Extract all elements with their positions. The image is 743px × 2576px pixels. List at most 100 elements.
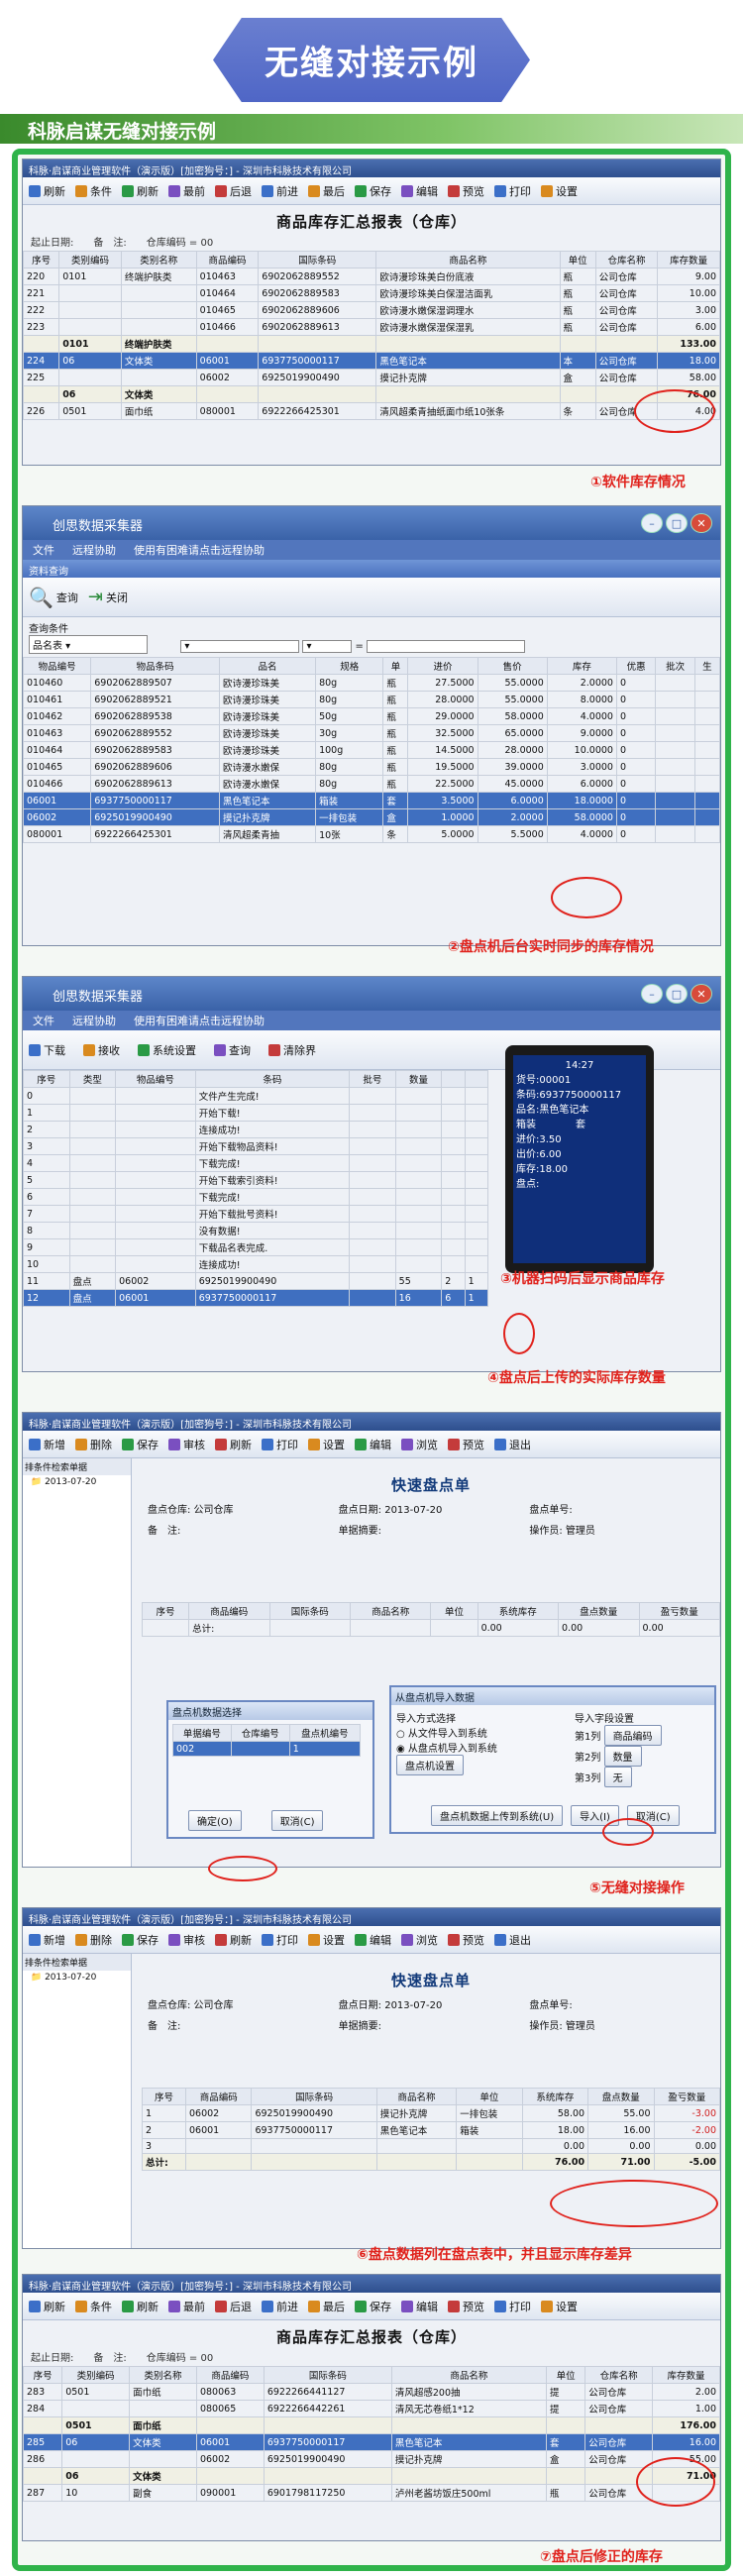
ok-button[interactable]: 确定(O): [188, 1810, 242, 1831]
value-input[interactable]: [367, 640, 526, 653]
table-row[interactable]: 06 文体类 76.00: [23, 385, 720, 403]
toolbar-button[interactable]: 查询: [214, 1042, 251, 1058]
radio-device[interactable]: ◉ 从盘点机导入到系统: [396, 1740, 565, 1755]
toolbar-button[interactable]: 设置: [541, 183, 578, 199]
column-header[interactable]: 单位: [559, 251, 596, 268]
column-header[interactable]: 单位: [430, 1602, 478, 1620]
form-field[interactable]: 盘点日期: 2013-07-20: [339, 1501, 524, 1516]
toolbar-button[interactable]: 预览: [448, 2299, 484, 2314]
form-field[interactable]: 盘点仓库: 公司仓库: [148, 1996, 333, 2011]
toolbar-button[interactable]: 浏览: [401, 1437, 438, 1452]
menu-item[interactable]: 远程协助: [72, 1013, 116, 1028]
table-row[interactable]: 12 盘点 06001 6937750000117 16 6 1: [23, 1289, 489, 1307]
column-header[interactable]: [464, 1070, 489, 1088]
column-header[interactable]: 单: [382, 657, 409, 675]
menu-item[interactable]: 文件: [33, 1013, 54, 1028]
form-field[interactable]: 单据摘要:: [339, 1522, 524, 1537]
toolbar-button[interactable]: 浏览: [401, 1932, 438, 1948]
table-row[interactable]: 010466 6902062889613 欧诗漫水嫩保 80g 瓶 22.5000 45.0…: [23, 775, 720, 793]
table-row[interactable]: 010463 6902062889552 欧诗漫珍珠美 30g 瓶 32.5000 65.0…: [23, 724, 720, 742]
column-header[interactable]: 售价: [477, 657, 548, 675]
toolbar-button[interactable]: 下载: [29, 1042, 65, 1058]
table-row[interactable]: 010460 6902062889507 欧诗漫珍珠美 80g 瓶 27.5000 55.0…: [23, 674, 720, 692]
column-header[interactable]: 类别名称: [120, 251, 197, 268]
toolbar-button[interactable]: 删除: [75, 1437, 112, 1452]
table-row[interactable]: 010465 6902062889606 欧诗漫水嫩保 80g 瓶 19.5000 39.0…: [23, 758, 720, 776]
tree-item[interactable]: 📁 2013-07-20: [23, 1971, 131, 1985]
table-row[interactable]: 010462 6902062889538 欧诗漫珍珠美 50g 瓶 29.0000 58.0…: [23, 707, 720, 725]
toolbar-button[interactable]: 保存: [122, 1437, 159, 1452]
column-header[interactable]: 物品编号: [23, 657, 92, 675]
toolbar-button[interactable]: 预览: [448, 1932, 484, 1948]
column-header[interactable]: 优惠: [615, 657, 657, 675]
column-header[interactable]: 类别编码: [58, 251, 122, 268]
column-header[interactable]: 批号: [349, 1070, 396, 1088]
table-row[interactable]: 8 没有数据!: [23, 1222, 489, 1239]
toolbar-button[interactable]: 打印: [262, 1437, 298, 1452]
close-icon[interactable]: ✕: [690, 984, 712, 1004]
column-header[interactable]: 商品名称: [375, 2088, 458, 2105]
table-row[interactable]: 0 文件产生完成!: [23, 1087, 489, 1105]
table-row[interactable]: 2 连接成功!: [23, 1121, 489, 1138]
table-row[interactable]: 3 0.00 0.00 0.00: [142, 2138, 720, 2154]
table-row[interactable]: 9 下载品名表完成.: [23, 1238, 489, 1256]
column-header[interactable]: 批次: [655, 657, 695, 675]
column-header[interactable]: 库存数量: [652, 2366, 720, 2384]
table-row[interactable]: 0101 终端护肤类 133.00: [23, 335, 720, 353]
column-header[interactable]: 单位: [545, 2366, 586, 2384]
close-icon[interactable]: ✕: [690, 513, 712, 533]
column-header[interactable]: 系统库存: [521, 2088, 589, 2105]
toolbar-button[interactable]: 设置: [308, 1437, 345, 1452]
table-row[interactable]: 4 下载完成!: [23, 1154, 489, 1172]
column-header[interactable]: [441, 1070, 466, 1088]
toolbar-button[interactable]: 编辑: [355, 1437, 391, 1452]
device-settings-button[interactable]: 盘点机设置: [396, 1755, 464, 1775]
column-header[interactable]: 仓库名称: [584, 2366, 654, 2384]
column-header[interactable]: 库存: [546, 657, 617, 675]
column-header[interactable]: 物品编号: [115, 1070, 196, 1088]
toolbar-button[interactable]: 退出: [494, 1437, 531, 1452]
column-header[interactable]: 单据编号: [172, 1724, 232, 1742]
column-header[interactable]: 商品编码: [188, 1602, 270, 1620]
toolbar-button[interactable]: 保存: [355, 183, 391, 199]
table-row[interactable]: 0501 面巾纸 176.00: [23, 2416, 720, 2434]
table-row[interactable]: 1 开始下载!: [23, 1104, 489, 1122]
table-row[interactable]: 10 连接成功!: [23, 1255, 489, 1273]
table-row[interactable]: 285 06 文体类 06001 6937750000117 黑色笔记本套公司仓库 16.0…: [23, 2433, 720, 2451]
toolbar-button[interactable]: 打印: [494, 183, 531, 199]
toolbar-button[interactable]: 设置: [308, 1932, 345, 1948]
column-header[interactable]: 序号: [23, 2366, 63, 2384]
column-header[interactable]: 类型: [68, 1070, 117, 1088]
table-select[interactable]: 品名表 ▾: [29, 635, 148, 654]
column-header[interactable]: 序号: [141, 1602, 190, 1620]
toolbar-button[interactable]: 新增: [29, 1437, 65, 1452]
table-row[interactable]: 225 06002 6925019900490 摸记扑克牌盒公司仓库 58.00: [23, 369, 720, 386]
column-header[interactable]: 物品条码: [90, 657, 221, 675]
toolbar-button[interactable]: 条件: [75, 2299, 112, 2314]
operator-select[interactable]: ▾: [302, 640, 353, 653]
table-row[interactable]: 010461 6902062889521 欧诗漫珍珠美 80g 瓶 28.0000 55.0…: [23, 691, 720, 708]
toolbar-button[interactable]: 刷新: [122, 2299, 159, 2314]
table-row[interactable]: 2 06001 6937750000117 黑色笔记本 箱装 18.00 16.00 -2.0…: [142, 2121, 720, 2139]
table-row[interactable]: 220 0101 终端护肤类 010463 6902062889552 欧诗漫珍珠美白份底…: [23, 268, 720, 285]
column-header[interactable]: 盘点数量: [587, 2088, 655, 2105]
toolbar-button[interactable]: 条件: [75, 183, 112, 199]
cancel-button[interactable]: 取消(C): [270, 1810, 324, 1831]
table-row[interactable]: 总计: 76.00 71.00 -5.00: [142, 2153, 720, 2171]
column-header[interactable]: 条码: [194, 1070, 351, 1088]
toolbar-button[interactable]: 刷新: [215, 1932, 252, 1948]
toolbar-button[interactable]: 刷新: [29, 2299, 65, 2314]
column-header[interactable]: 商品名称: [375, 251, 561, 268]
toolbar-button[interactable]: 最后: [308, 183, 345, 199]
close-button[interactable]: ⇥ 关闭: [88, 587, 128, 607]
menu-item[interactable]: 使用有困难请点击远程协助: [134, 542, 265, 558]
toolbar-button[interactable]: 最前: [168, 183, 205, 199]
toolbar-button[interactable]: 编辑: [355, 1932, 391, 1948]
table-row[interactable]: 284 080065 6922266442261 清风无芯卷纸1*12 提公司仓库 1.0…: [23, 2400, 720, 2417]
toolbar-button[interactable]: 刷新: [29, 183, 65, 199]
table-row[interactable]: 3 开始下载物品资料!: [23, 1137, 489, 1155]
form-field[interactable]: 盘点日期: 2013-07-20: [339, 1996, 524, 2011]
column-header[interactable]: 商品编码: [195, 2366, 265, 2384]
toolbar-button[interactable]: 预览: [448, 1437, 484, 1452]
column-header[interactable]: 类别编码: [61, 2366, 131, 2384]
